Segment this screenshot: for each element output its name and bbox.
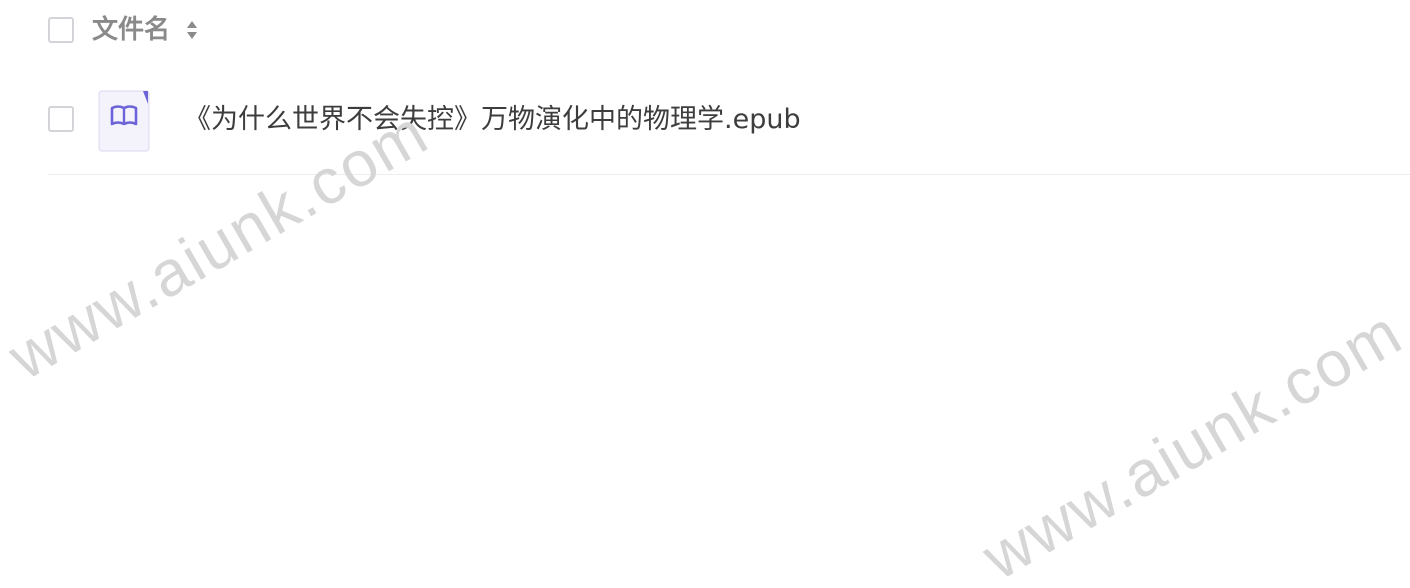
file-list-header: 文件名 xyxy=(48,0,1410,62)
epub-book-file-icon xyxy=(98,90,150,152)
sort-icon[interactable] xyxy=(185,18,199,42)
file-list: 文件名 《为什么世界不会失控》万物演化中的物理学.epub xyxy=(48,0,1410,175)
file-row[interactable]: 《为什么世界不会失控》万物演化中的物理学.epub xyxy=(48,62,1410,175)
select-all-checkbox[interactable] xyxy=(48,17,74,43)
name-column-label: 文件名 xyxy=(92,15,171,45)
file-name[interactable]: 《为什么世界不会失控》万物演化中的物理学.epub xyxy=(184,102,801,138)
file-select-checkbox[interactable] xyxy=(48,106,74,132)
watermark: www.aiunk.com xyxy=(970,295,1410,588)
